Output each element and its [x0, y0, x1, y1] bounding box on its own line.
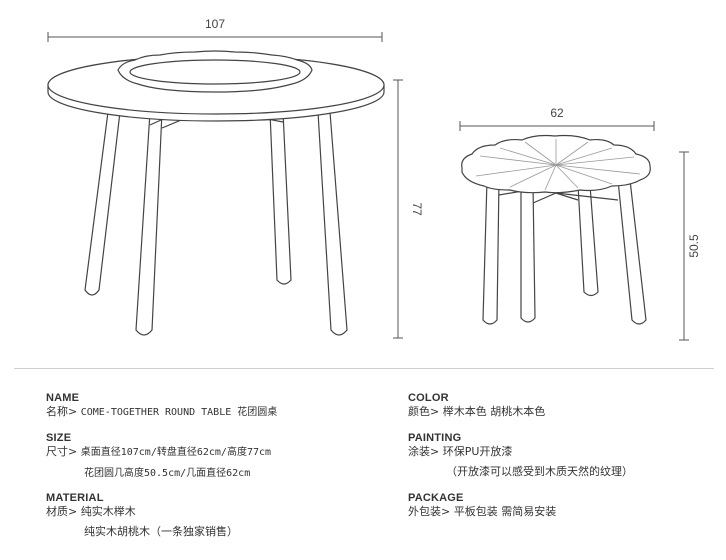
spec-value: 桌面直径107cm/转盘直径62cm/高度77cm	[80, 447, 272, 458]
spec-heading: SIZE	[46, 432, 72, 444]
dining-height-label: 77	[410, 202, 424, 216]
spec-value: COME-TOGETHER ROUND TABLE 花团圆桌	[80, 407, 278, 418]
spec-label: 涂装>	[408, 445, 440, 458]
spec-heading: COLOR	[408, 392, 449, 404]
spec-heading: MATERIAL	[46, 492, 104, 504]
dining-table	[47, 50, 385, 336]
side-table	[461, 134, 651, 325]
side-width-label: 62	[550, 106, 564, 120]
spec-label: 颜色>	[408, 405, 440, 418]
spec-color: COLOR 颜色> 榉木本色 胡桃木本色	[408, 391, 545, 419]
divider	[14, 368, 714, 369]
spec-package: PACKAGE 外包装> 平板包装 需简易安装	[408, 491, 556, 519]
spec-label: 外包装>	[408, 505, 451, 518]
spec-heading: NAME	[46, 392, 80, 404]
spec-label: 材质>	[46, 505, 78, 518]
spec-heading: PACKAGE	[408, 492, 464, 504]
spec-value: （开放漆可以感受到木质天然的纹理）	[446, 465, 633, 478]
spec-value: 平板包装 需简易安装	[453, 505, 557, 518]
spec-size: SIZE 尺寸> 桌面直径107cm/转盘直径62cm/高度77cm 花团圆几高…	[46, 431, 271, 481]
spec-value: 花团圆几高度50.5cm/几面直径62cm	[84, 468, 251, 479]
side-height-label: 50.5	[687, 234, 701, 258]
spec-material: MATERIAL 材质> 纯实木榉木 纯实木胡桃木（一条独家销售）	[46, 491, 238, 539]
spec-value: 纯实木胡桃木（一条独家销售）	[84, 525, 238, 538]
spec-label: 名称>	[46, 405, 78, 418]
spec-value: 环保PU开放漆	[442, 445, 513, 458]
spec-painting: PAINTING 涂装> 环保PU开放漆 （开放漆可以感受到木质天然的纹理）	[408, 431, 633, 479]
dining-width-label: 107	[205, 17, 225, 31]
spec-label: 尺寸>	[46, 445, 78, 458]
furniture-line-drawing: 107 77 62 50.5	[47, 17, 701, 341]
spec-heading: PAINTING	[408, 432, 462, 444]
spec-value: 纯实木榉木	[80, 505, 136, 518]
spec-value: 榉木本色 胡桃木本色	[442, 405, 546, 418]
spec-name: NAME 名称> COME-TOGETHER ROUND TABLE 花团圆桌	[46, 391, 277, 420]
